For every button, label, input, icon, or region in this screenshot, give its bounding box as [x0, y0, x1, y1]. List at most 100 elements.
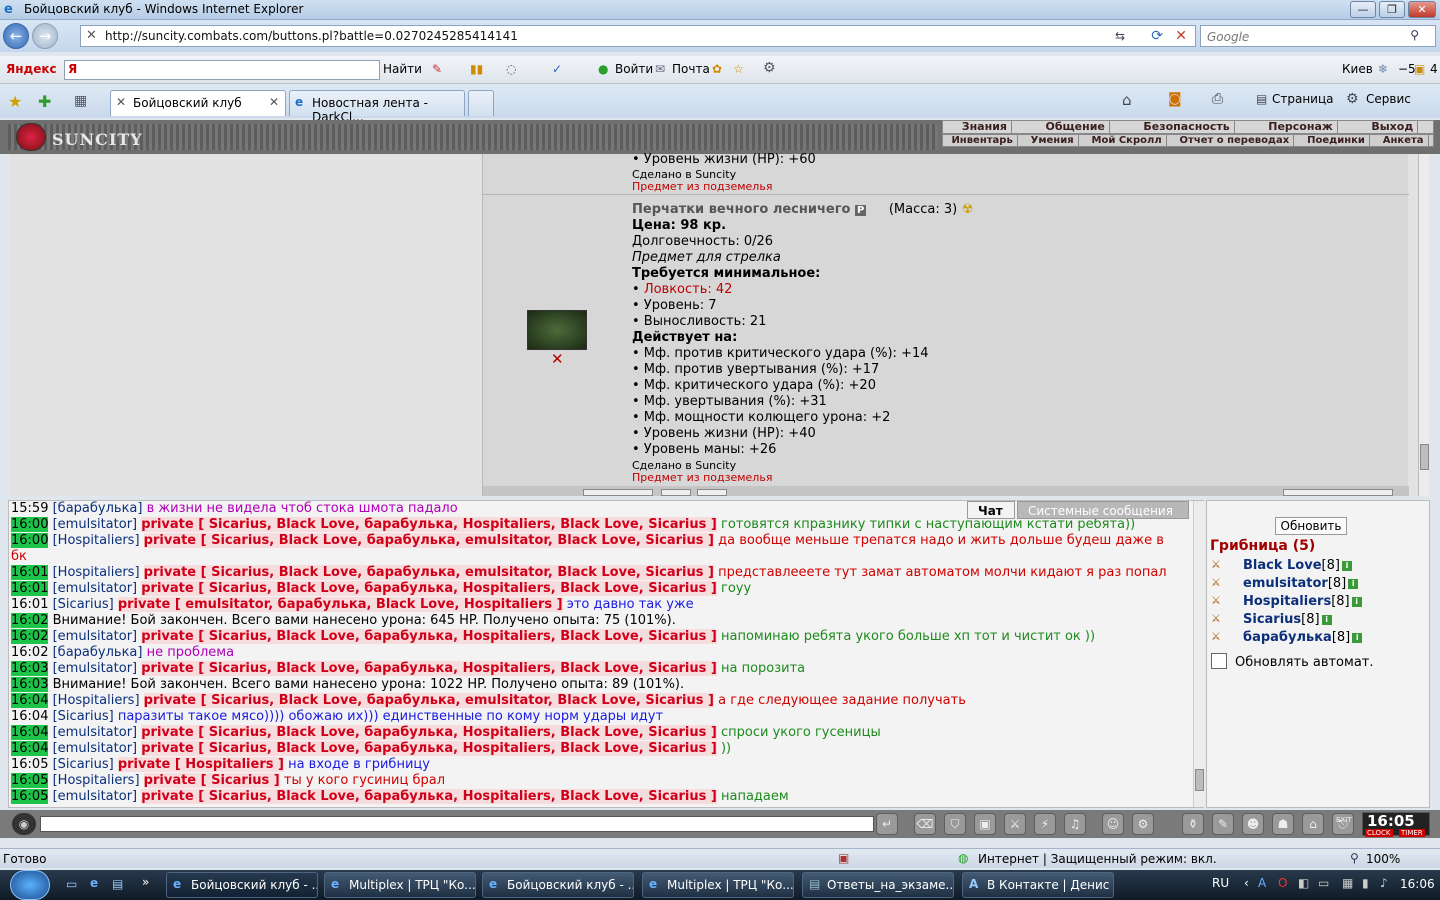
user-entry[interactable]: барабулька[8] i: [1243, 630, 1363, 645]
refresh-button[interactable]: Обновить: [1275, 517, 1347, 535]
attack-icon[interactable]: ⚡: [1034, 813, 1056, 835]
chat-nick[interactable]: [emulsitator]: [53, 789, 138, 804]
menu-my-scroll[interactable]: Мой Скролл: [1088, 135, 1167, 146]
scroll-icon[interactable]: ✎: [1212, 813, 1234, 835]
chat-nick[interactable]: [emulsitator]: [53, 629, 138, 644]
mail-button[interactable]: Почта: [672, 62, 710, 76]
chat-time[interactable]: 16:02: [11, 613, 49, 628]
spellcheck-icon[interactable]: ✓: [552, 62, 562, 76]
maximize-button[interactable]: ❐: [1379, 1, 1405, 18]
item-name[interactable]: Перчатки вечного лесничего: [632, 202, 850, 217]
chat-nick[interactable]: [emulsitator]: [53, 517, 138, 532]
login-button[interactable]: Войти: [615, 62, 653, 76]
taskbar-item[interactable]: e Бойцовский клуб - ...: [482, 872, 634, 898]
auto-refresh-checkbox[interactable]: [1211, 653, 1227, 669]
quick-tabs-icon[interactable]: ▦: [74, 93, 87, 109]
chat-private-recipients[interactable]: private [ Sicarius, Black Love, барабуль…: [143, 693, 714, 708]
settings-icon[interactable]: ⚙: [1132, 813, 1154, 835]
gloves-image[interactable]: [527, 310, 587, 350]
exit-icon[interactable]: EXIT ⎋: [1332, 813, 1354, 835]
compat-icon[interactable]: ⇆: [1115, 29, 1125, 43]
tray-volume-icon[interactable]: ♪: [1380, 876, 1388, 890]
chat-private-recipients[interactable]: private [ emulsitator, барабулька, Black…: [117, 597, 563, 612]
menu-profile[interactable]: Анкета: [1379, 135, 1429, 146]
close-window-button[interactable]: ✕: [1408, 1, 1436, 18]
forward-button[interactable]: →: [32, 23, 58, 49]
search-input[interactable]: Google ⚲: [1200, 25, 1436, 47]
chat-mode-icon[interactable]: ◉: [12, 813, 36, 835]
info-icon[interactable]: i: [1351, 596, 1362, 607]
feeds-icon[interactable]: ◙: [1168, 91, 1182, 107]
tab-fight-club[interactable]: ✕ Бойцовский клуб ✕: [110, 90, 286, 116]
chat-private-recipients[interactable]: private [ Sicarius, Black Love, барабуль…: [141, 517, 717, 532]
chat-time[interactable]: 16:04: [11, 725, 49, 740]
print-icon[interactable]: ⎙: [1212, 91, 1223, 107]
menu-skills[interactable]: Умения: [1027, 135, 1079, 146]
chat-nick[interactable]: [Hospitaliers]: [53, 773, 140, 788]
user-name[interactable]: emulsitator: [1243, 576, 1328, 591]
chat-private-recipients[interactable]: private [ Sicarius, Black Love, барабуль…: [141, 629, 717, 644]
tools-menu[interactable]: Сервис: [1366, 92, 1411, 106]
chat-nick[interactable]: [emulsitator]: [53, 581, 138, 596]
speech-icon[interactable]: ◌: [506, 62, 516, 76]
chat-time[interactable]: 16:04: [11, 693, 49, 708]
chat-nick[interactable]: [барабулька]: [53, 645, 143, 660]
lock-icon[interactable]: ⌂: [1302, 813, 1324, 835]
start-button[interactable]: [10, 870, 50, 900]
taskbar-item[interactable]: ▤ Ответы_на_экзаме...: [802, 872, 954, 898]
security-zone[interactable]: Интернет | Защищенный режим: вкл.: [978, 852, 1217, 866]
star-icon[interactable]: ☆: [733, 62, 744, 76]
item-button[interactable]: [697, 489, 727, 496]
close-icon[interactable]: ✕: [551, 350, 564, 368]
item-button[interactable]: [583, 489, 653, 496]
menu-exit[interactable]: Выход: [1367, 121, 1419, 133]
chat-time[interactable]: 16:05: [11, 757, 48, 772]
chat-time[interactable]: 16:02: [11, 645, 48, 660]
zoom-level[interactable]: 100%: [1366, 852, 1400, 866]
yandex-logo[interactable]: Яндекс: [6, 62, 57, 76]
back-button[interactable]: ←: [3, 23, 29, 49]
menu-inventory[interactable]: Инвентарь: [947, 135, 1018, 146]
show-desktop-icon[interactable]: ▭: [66, 877, 77, 891]
chat-private-recipients[interactable]: private [ Sicarius, Black Love, барабуль…: [141, 725, 717, 740]
item-button[interactable]: [661, 489, 691, 496]
tab-chat[interactable]: Чат: [967, 501, 1015, 519]
menu-transfers[interactable]: Отчет о переводах: [1176, 135, 1295, 146]
info-icon[interactable]: i: [1352, 632, 1363, 643]
user-name[interactable]: Sicarius: [1243, 612, 1301, 627]
home-icon[interactable]: ⌂: [1122, 91, 1132, 109]
bookmark-icon[interactable]: ✿: [712, 62, 722, 76]
chat-nick[interactable]: [emulsitator]: [53, 725, 138, 740]
chat-nick[interactable]: [Sicarius]: [53, 709, 114, 724]
gear-icon[interactable]: ⚙: [763, 60, 776, 76]
chat-time[interactable]: 16:01: [11, 597, 48, 612]
menu-character[interactable]: Персонаж: [1264, 121, 1338, 133]
chat-nick[interactable]: [emulsitator]: [53, 741, 138, 756]
info-icon[interactable]: i: [1321, 614, 1332, 625]
system-clock[interactable]: 16:06: [1400, 877, 1435, 891]
add-favorite-icon[interactable]: ✚: [38, 92, 51, 111]
close-tab-icon[interactable]: ✕: [269, 95, 279, 109]
tray-app-icon[interactable]: ◧: [1298, 876, 1309, 890]
search-icon[interactable]: ⚲: [1410, 28, 1419, 42]
stats-icon[interactable]: ▮▮: [470, 62, 483, 76]
bag-icon[interactable]: ☗: [1272, 813, 1294, 835]
chat-time[interactable]: 16:00: [11, 517, 49, 532]
chat-time[interactable]: 16:01: [11, 565, 49, 580]
scroll-thumb[interactable]: [1420, 444, 1429, 470]
chat-scrollbar[interactable]: [1193, 501, 1205, 807]
minimize-button[interactable]: —: [1350, 1, 1376, 18]
tab-news[interactable]: e Новостная лента - DarkCl...: [289, 90, 465, 124]
chat-nick[interactable]: [emulsitator]: [53, 661, 138, 676]
city-label[interactable]: Киев: [1342, 62, 1373, 76]
taskbar-item[interactable]: AВ Контакте | Денис ...: [962, 872, 1114, 898]
potion-icon[interactable]: ⚱: [1182, 813, 1204, 835]
menu-fights[interactable]: Поединки: [1303, 135, 1370, 146]
chat-private-recipients[interactable]: private [ Hospitaliers ]: [117, 757, 284, 772]
favorites-star-icon[interactable]: ★: [8, 92, 22, 111]
chat-private-recipients[interactable]: private [ Sicarius, Black Love, барабуль…: [141, 581, 717, 596]
chat-time[interactable]: 16:02: [11, 629, 49, 644]
chat-time[interactable]: 16:03: [11, 661, 49, 676]
chat-nick[interactable]: [Hospitaliers]: [53, 533, 140, 548]
chat-private-recipients[interactable]: private [ Sicarius, Black Love, барабуль…: [143, 533, 714, 548]
